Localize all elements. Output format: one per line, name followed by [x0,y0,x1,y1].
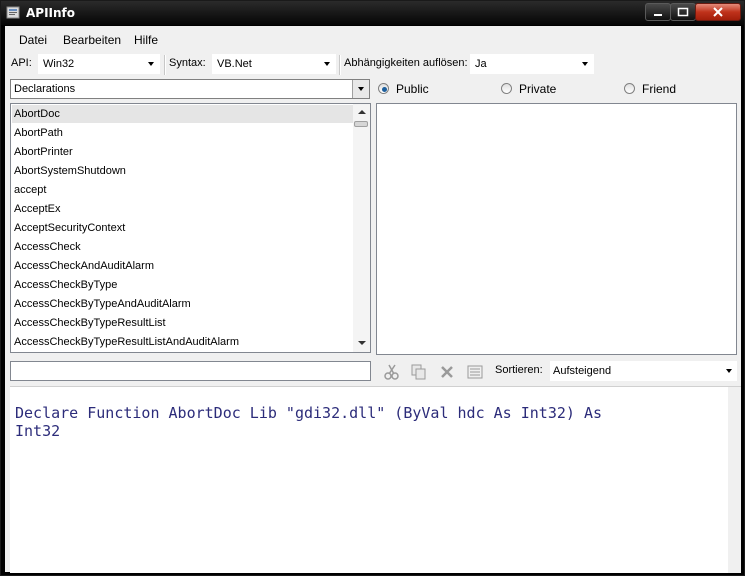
menu-bearbeiten[interactable]: Bearbeiten [63,33,121,47]
radio-label-friend: Friend [642,82,677,96]
syntax-value: VB.Net [217,58,252,70]
list-item[interactable]: AcceptSecurityContext [14,219,125,237]
toolbar-separator [339,55,341,75]
api-select[interactable]: Win32 [38,54,160,74]
menu-datei[interactable]: Datei [19,33,47,47]
list-icon[interactable] [466,363,484,381]
list-item[interactable]: AccessCheck [14,238,81,256]
sort-value: Aufsteigend [553,365,612,377]
chevron-down-icon [582,62,588,66]
api-function-list[interactable]: AbortDoc AbortPath AbortPrinter AbortSys… [10,103,371,353]
declaration-code: Declare Function AbortDoc Lib "gdi32.dll… [15,404,602,440]
menu-hilfe[interactable]: Hilfe [134,33,158,47]
list-item[interactable]: AccessCheckByTypeAndAuditAlarm [14,295,191,313]
radio-dot [382,87,387,92]
maximize-icon [677,7,689,17]
deps-label: Abhängigkeiten auflösen: [344,57,468,69]
api-label: API: [11,57,32,69]
syntax-select[interactable]: VB.Net [212,54,336,74]
scroll-down-icon[interactable] [358,341,366,345]
radio-circle [501,83,512,94]
list-item[interactable]: AccessCheckByType [14,276,117,294]
list-scrollbar[interactable] [353,104,370,352]
chevron-down-icon [358,87,364,91]
radio-circle [624,83,635,94]
app-icon [6,6,20,19]
list-item[interactable]: AbortDoc [12,105,354,123]
declarations-select[interactable]: Declarations [10,79,370,99]
filter-input[interactable] [10,361,371,381]
minimize-button[interactable] [645,3,671,21]
sort-label: Sortieren: [495,364,543,376]
copy-icon[interactable] [410,363,428,381]
delete-icon[interactable] [438,363,456,381]
list-item[interactable]: AccessCheckAndAuditAlarm [14,257,154,275]
menu-bar: Datei Bearbeiten Hilfe [5,28,741,50]
list-item[interactable]: AccessCheckByTypeResultList [14,314,166,332]
title-bar[interactable]: APIInfo [1,1,744,25]
code-scrollbar[interactable] [728,387,741,573]
list-item[interactable]: AbortSystemShutdown [14,162,126,180]
close-icon [713,7,723,17]
declarations-dropdown-button[interactable] [352,80,369,98]
api-value: Win32 [43,58,75,70]
toolbar-separator [164,55,166,75]
scroll-up-icon[interactable] [358,110,366,114]
maximize-button[interactable] [670,3,696,21]
minimize-icon [654,14,662,16]
list-item[interactable]: AcceptEx [14,200,60,218]
list-item[interactable]: accept [14,181,46,199]
scissors-icon[interactable] [383,363,401,381]
list-item[interactable]: AbortPrinter [14,143,73,161]
app-window: APIInfo Datei Bearbeiten Hilfe API: Win3… [0,0,745,576]
options-toolbar: API: Win32 Syntax: VB.Net Abhängigkeiten… [5,53,741,77]
scroll-thumb[interactable] [354,121,368,127]
declarations-value: Declarations [14,83,76,95]
window-title: APIInfo [26,6,76,20]
chevron-down-icon [726,369,732,373]
deps-select[interactable]: Ja [470,54,594,74]
declaration-code-view[interactable]: Declare Function AbortDoc Lib "gdi32.dll… [10,386,741,573]
deps-value: Ja [475,58,487,70]
radio-label-public: Public [396,82,429,96]
radio-circle [378,83,389,94]
client-area: Datei Bearbeiten Hilfe API: Win32 Syntax… [5,26,741,573]
list-item[interactable]: AbortPath [14,124,63,142]
close-button[interactable] [695,3,741,21]
chevron-down-icon [324,62,330,66]
syntax-label: Syntax: [169,57,206,69]
chevron-down-icon [148,62,154,66]
scope-items-panel[interactable] [376,103,737,355]
list-item[interactable]: AccessCheckByTypeResultListAndAuditAlarm [14,333,239,351]
radio-label-private: Private [519,82,557,96]
sort-select[interactable]: Aufsteigend [550,361,737,381]
